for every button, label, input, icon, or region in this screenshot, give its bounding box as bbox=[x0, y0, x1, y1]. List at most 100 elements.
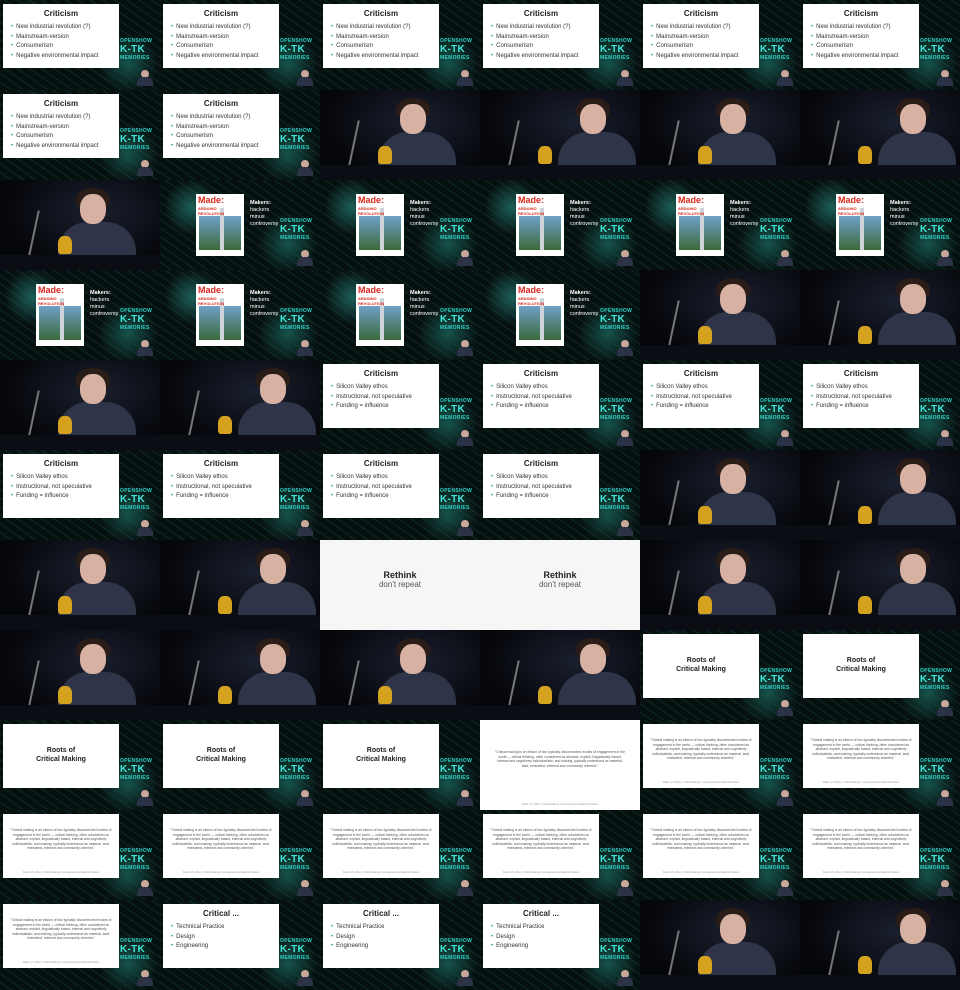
slide-bullet: Silicon Valley ethos bbox=[491, 473, 572, 483]
speaker-inset bbox=[136, 340, 154, 356]
speaker-inset-body bbox=[297, 77, 313, 86]
speaker-inset-body bbox=[297, 347, 313, 356]
speaker-inset-body bbox=[777, 77, 793, 86]
video-frame-thumbnail: Roots of Critical Making OPENSHOW K-TK MEMOR… bbox=[320, 720, 480, 810]
speaker-inset bbox=[776, 880, 794, 896]
speaker-inset-body bbox=[777, 437, 793, 446]
roots-slide: Roots of Critical Making bbox=[643, 634, 759, 698]
criticism-slide: Criticism New industrial revolution (?)Ma… bbox=[3, 94, 119, 158]
caption-title: Makers: bbox=[570, 290, 591, 296]
event-logo-line: MEMORIES bbox=[280, 145, 310, 151]
lectern bbox=[800, 165, 960, 180]
event-logo: OPENSHOW K-TK MEMORIES bbox=[920, 848, 958, 872]
slide-title: Roots of Critical Making bbox=[163, 746, 279, 764]
lucky-cat-figurine bbox=[698, 956, 712, 974]
caption-line: hackers bbox=[570, 207, 590, 213]
slide-bullet: Mainstream-version bbox=[171, 123, 258, 133]
speaker-face bbox=[720, 554, 746, 584]
quote-slide: "Critical making is an elision of two ty… bbox=[643, 724, 759, 788]
caption-title: Makers: bbox=[410, 200, 431, 206]
speaker-inset-body bbox=[777, 887, 793, 896]
criticism-slide: Criticism New industrial revolution (?)Ma… bbox=[643, 4, 759, 68]
slide-bullet: Negative environmental impact bbox=[171, 52, 258, 62]
microphone bbox=[828, 480, 840, 526]
event-logo-line: MEMORIES bbox=[760, 55, 790, 61]
speaker-inset-body bbox=[137, 977, 153, 986]
speaker-inset-body bbox=[457, 527, 473, 536]
slide-bullet: Silicon Valley ethos bbox=[11, 473, 92, 483]
speaker-inset bbox=[296, 880, 314, 896]
event-logo-line: MEMORIES bbox=[440, 415, 470, 421]
speaker-inset-body bbox=[457, 257, 473, 266]
slide-title-line: Roots of bbox=[846, 657, 876, 664]
speaker-face bbox=[900, 914, 926, 944]
speaker-inset-body bbox=[297, 887, 313, 896]
video-frame-thumbnail bbox=[800, 540, 960, 630]
quote-slide: "Critical making is an elision of two ty… bbox=[3, 814, 119, 878]
event-logo-line: K-TK bbox=[440, 44, 466, 55]
slide-bullet: Consumerism bbox=[811, 42, 898, 52]
speaker-inset-body bbox=[777, 797, 793, 806]
lucky-cat-figurine bbox=[58, 416, 72, 434]
slide-title: Roots of Critical Making bbox=[3, 746, 119, 764]
caption-line: hackers bbox=[410, 297, 430, 303]
speaker-face bbox=[720, 464, 746, 494]
event-logo-line: MEMORIES bbox=[120, 775, 150, 781]
magazine-headline: ARDUINO REVOLUTION bbox=[838, 206, 865, 216]
event-logo: OPENSHOW K-TK MEMORIES bbox=[280, 758, 318, 782]
event-logo: OPENSHOW K-TK MEMORIES bbox=[760, 668, 798, 692]
slide-bullet: Technical Practice bbox=[331, 923, 384, 933]
event-logo-line: MEMORIES bbox=[440, 955, 470, 961]
caption-line: hackers bbox=[730, 207, 750, 213]
lucky-cat-figurine bbox=[378, 146, 392, 164]
roots-slide: Roots of Critical Making bbox=[803, 634, 919, 698]
speaker-inset-body bbox=[137, 887, 153, 896]
event-logo-line: K-TK bbox=[440, 404, 466, 415]
slide-bullet: Negative environmental impact bbox=[331, 52, 418, 62]
slide-bullet: Negative environmental impact bbox=[491, 52, 578, 62]
video-frame-thumbnail: Roots of Critical Making OPENSHOW K-TK MEMOR… bbox=[640, 630, 800, 720]
speaker-face bbox=[900, 104, 926, 134]
magazine-cover: Made: ARDUINO REVOLUTION bbox=[356, 284, 404, 346]
video-frame-thumbnail: Roots of Critical Making OPENSHOW K-TK MEMOR… bbox=[800, 630, 960, 720]
speaker-inset bbox=[616, 880, 634, 896]
magazine-name: Made: bbox=[198, 195, 225, 205]
lectern bbox=[480, 165, 640, 180]
event-logo: OPENSHOW K-TK MEMORIES bbox=[760, 38, 798, 62]
microphone bbox=[348, 660, 360, 706]
event-logo-line: K-TK bbox=[920, 854, 946, 865]
event-logo-line: MEMORIES bbox=[120, 325, 150, 331]
quote-text: "Critical making is an elision of two ty… bbox=[170, 828, 272, 851]
video-frame-thumbnail bbox=[480, 630, 640, 720]
caption-title: Makers: bbox=[410, 290, 431, 296]
event-logo: OPENSHOW K-TK MEMORIES bbox=[600, 398, 638, 422]
video-frame-thumbnail bbox=[640, 900, 800, 990]
event-logo-line: K-TK bbox=[120, 494, 146, 505]
slide-bullet: Consumerism bbox=[171, 42, 258, 52]
magazine-headline: ARDUINO REVOLUTION bbox=[358, 296, 385, 306]
slide-bullet-list: Technical PracticeDesignEngineering bbox=[171, 923, 224, 952]
quote-slide: "Critical making is an elision of two ty… bbox=[3, 904, 119, 968]
event-logo: OPENSHOW K-TK MEMORIES bbox=[600, 38, 638, 62]
event-logo-line: MEMORIES bbox=[920, 415, 950, 421]
slide-bullet-list: Silicon Valley ethosInstructional, not s… bbox=[331, 383, 412, 412]
lectern bbox=[0, 705, 160, 720]
magazine-headline: ARDUINO REVOLUTION bbox=[198, 296, 225, 306]
slide-bullet: Silicon Valley ethos bbox=[811, 383, 892, 393]
speaker-inset-body bbox=[937, 707, 953, 716]
slide-title: Roots of Critical Making bbox=[803, 656, 919, 674]
criticism-slide: Criticism New industrial revolution (?)Ma… bbox=[803, 4, 919, 68]
speaker-face bbox=[80, 554, 106, 584]
microphone bbox=[28, 210, 40, 256]
video-frame-thumbnail bbox=[640, 270, 800, 360]
video-frame-thumbnail: Criticism Silicon Valley ethosInstruction… bbox=[160, 450, 320, 540]
criticism-slide: Criticism Silicon Valley ethosInstruction… bbox=[3, 454, 119, 518]
slide-bullet: Consumerism bbox=[11, 42, 98, 52]
slide-title: Criticism bbox=[843, 9, 879, 18]
video-frame-thumbnail bbox=[160, 630, 320, 720]
speaker-inset-body bbox=[937, 257, 953, 266]
criticism-slide: Criticism Silicon Valley ethosInstruction… bbox=[163, 454, 279, 518]
event-logo-line: K-TK bbox=[280, 134, 306, 145]
quote-citation: Ratto, M. (2011). Critical Making: Conce… bbox=[503, 871, 579, 874]
lucky-cat-figurine bbox=[858, 596, 872, 614]
